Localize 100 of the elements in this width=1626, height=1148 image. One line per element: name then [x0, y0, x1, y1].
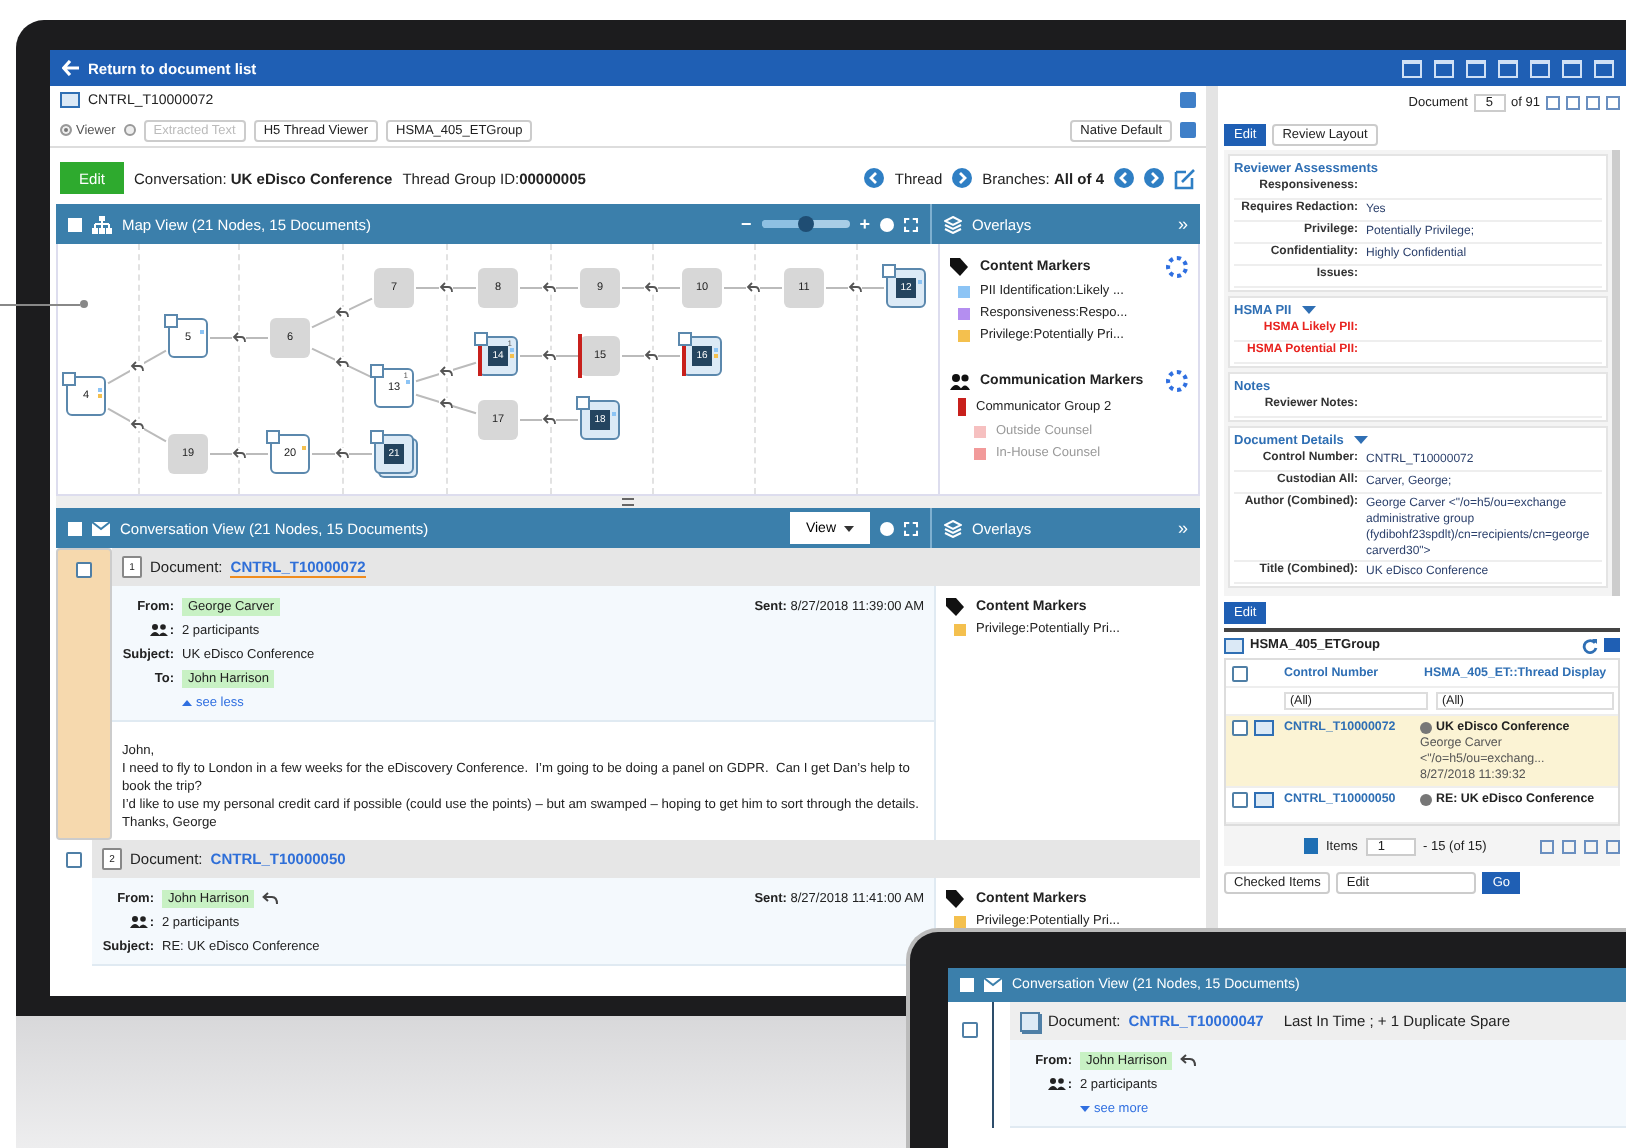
next-page-button[interactable]: [1584, 839, 1598, 853]
first-page-button[interactable]: [1546, 95, 1560, 109]
reply-arrow-icon: [335, 357, 349, 369]
fullscreen-icon[interactable]: [904, 217, 918, 231]
connector-line: [825, 287, 885, 289]
node-checkbox[interactable]: [62, 372, 76, 386]
select-all-checkbox[interactable]: [960, 978, 974, 992]
reply-arrow-icon: [232, 332, 246, 344]
connector-line: [107, 407, 167, 443]
row-checkbox[interactable]: [1232, 792, 1248, 808]
envelope-icon: [984, 978, 1002, 992]
first-page-button[interactable]: [1540, 839, 1554, 853]
last-page-button[interactable]: [1606, 839, 1620, 853]
next-thread-button[interactable]: [952, 168, 973, 188]
connector-line: [519, 355, 579, 357]
reply-arrow-icon: [439, 366, 453, 378]
select-all-checkbox[interactable]: [1232, 665, 1248, 681]
hierarchy-icon: [92, 215, 112, 233]
email-icon: [60, 92, 80, 108]
reply-arrow-icon: [439, 398, 453, 410]
select-all-checkbox[interactable]: [68, 521, 82, 535]
avatar-icon: [1420, 721, 1432, 733]
collapse-button[interactable]: »: [1177, 518, 1188, 538]
reply-arrow-icon: [848, 282, 862, 294]
people-icon: [1047, 1078, 1066, 1090]
select-all-checkbox[interactable]: [68, 217, 82, 231]
connector-line: [723, 287, 783, 289]
last-page-button[interactable]: [1606, 95, 1620, 109]
previous-branch-button[interactable]: [1114, 168, 1134, 188]
reply-arrow-icon: [232, 448, 246, 460]
reply-arrow-icon: [746, 282, 760, 294]
node-checkbox[interactable]: [164, 314, 178, 328]
envelope-icon: [92, 521, 110, 535]
reply-arrow-icon: [542, 414, 556, 426]
refresh-icon[interactable]: [1582, 637, 1598, 653]
reply-icon: [1180, 1054, 1197, 1066]
connector-line: [519, 287, 579, 289]
connector-line: [621, 355, 681, 357]
tag-icon: [950, 258, 970, 276]
caret-icon: [844, 525, 854, 531]
node-checkbox[interactable]: [474, 332, 488, 346]
tag-icon: [946, 890, 966, 908]
reply-arrow-icon: [130, 361, 144, 373]
email-icon: [1254, 792, 1274, 808]
leader-line: [0, 300, 88, 308]
fullscreen-icon[interactable]: [904, 521, 918, 535]
reply-arrow-icon: [439, 282, 453, 294]
previous-page-button[interactable]: [1562, 839, 1576, 853]
connector-line: [107, 349, 167, 385]
collapse-triangle-icon[interactable]: [1353, 436, 1368, 444]
document-checkbox[interactable]: [76, 562, 92, 578]
zoom-slider-handle[interactable]: [797, 216, 814, 232]
avatar-icon: [1420, 793, 1432, 805]
connector-line: [415, 287, 477, 289]
layers-icon: [944, 215, 962, 233]
zoom-slider[interactable]: [761, 220, 850, 228]
next-branch-button[interactable]: [1144, 168, 1164, 188]
splitter-handle[interactable]: [622, 498, 634, 506]
document-checkbox[interactable]: [962, 1022, 978, 1038]
previous-thread-button[interactable]: [864, 168, 885, 188]
node-checkbox[interactable]: [882, 264, 896, 278]
previous-page-button[interactable]: [1566, 95, 1580, 109]
layers-icon: [944, 519, 962, 537]
connector-line: [519, 419, 579, 421]
connector-line: [209, 453, 269, 455]
caret-down-icon: [1080, 1105, 1090, 1111]
connector-line: [311, 347, 373, 379]
node-checkbox[interactable]: [370, 364, 384, 378]
reply-arrow-icon: [644, 350, 658, 362]
node-checkbox[interactable]: [266, 430, 280, 444]
next-page-button[interactable]: [1586, 95, 1600, 109]
back-arrow-icon: [62, 60, 80, 76]
reply-arrow-icon: [644, 282, 658, 294]
zoom-in-button[interactable]: +: [859, 214, 870, 234]
collapse-button[interactable]: »: [1177, 214, 1188, 234]
zoom-out-button[interactable]: −: [740, 214, 752, 234]
people-icon: [129, 916, 148, 928]
people-icon: [149, 624, 168, 636]
reply-arrow-icon: [335, 448, 349, 460]
reply-arrow-icon: [542, 350, 556, 362]
row-checkbox[interactable]: [1232, 720, 1248, 736]
email-icon: [1254, 720, 1274, 736]
connector-line: [621, 287, 681, 289]
reply-arrow-icon: [335, 307, 349, 319]
node-checkbox[interactable]: [678, 332, 692, 346]
edit-icon[interactable]: [1174, 167, 1196, 189]
duplicate-document-icon: [1020, 1011, 1040, 1031]
connector-line: [311, 453, 373, 455]
connector-line: [209, 337, 269, 339]
node-checkbox[interactable]: [576, 396, 590, 410]
reply-arrow-icon: [130, 419, 144, 431]
connector-line: [415, 393, 477, 415]
people-icon: [950, 373, 970, 389]
reply-arrow-icon: [542, 282, 556, 294]
connector-line: [415, 361, 477, 383]
tag-icon: [946, 598, 966, 616]
node-checkbox[interactable]: [370, 430, 384, 444]
document-checkbox[interactable]: [66, 852, 82, 868]
collapse-triangle-icon[interactable]: [1301, 306, 1316, 314]
caret-up-icon: [182, 699, 192, 705]
